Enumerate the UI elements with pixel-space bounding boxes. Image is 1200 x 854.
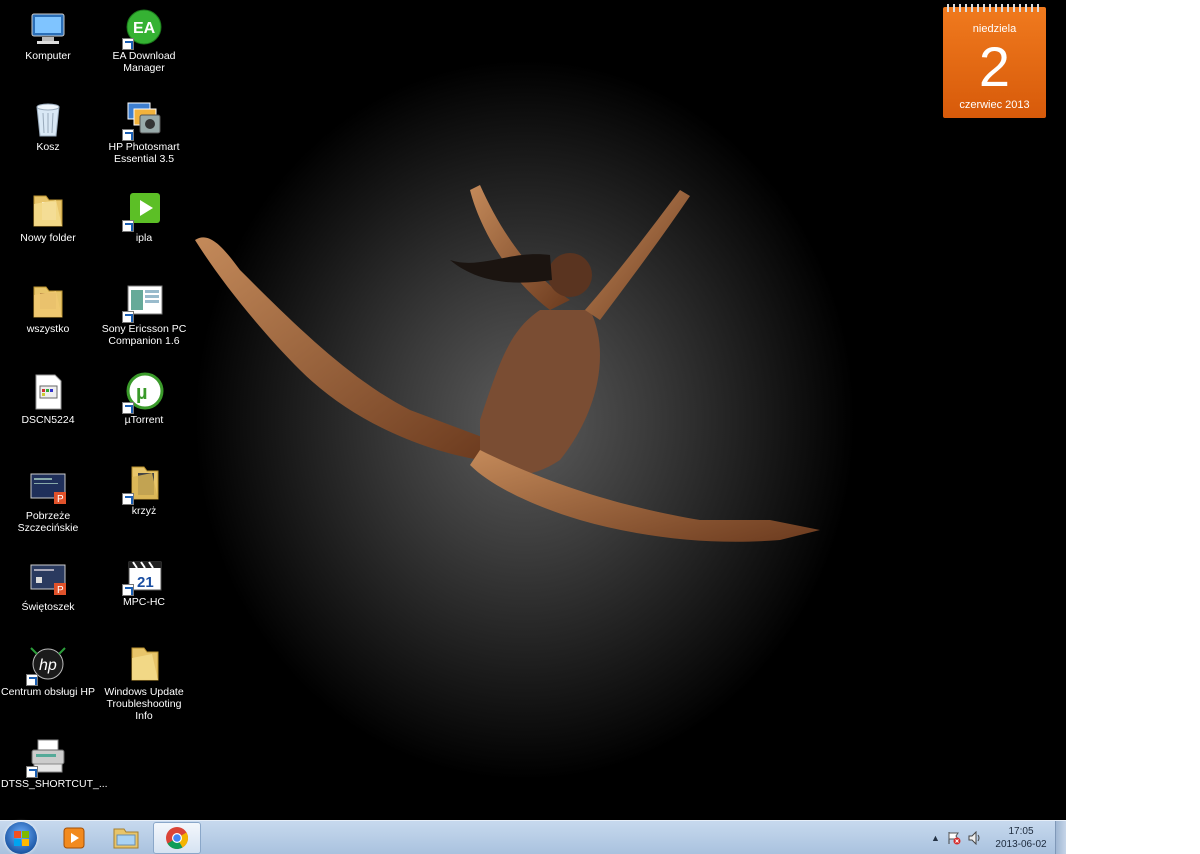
shortcut-arrow-icon — [26, 674, 38, 686]
show-desktop-button[interactable] — [1055, 821, 1066, 854]
desktop-icon-label: Centrum obsługi HP — [1, 686, 95, 698]
desktop-icon-mpc-hc[interactable]: 21 MPC-HC — [97, 550, 191, 608]
desktop-icon-nowy-folder[interactable]: Nowy folder — [1, 186, 95, 244]
recycle-bin-icon — [28, 99, 68, 139]
folder-icon — [124, 644, 164, 684]
shortcut-arrow-icon — [122, 584, 134, 596]
start-button[interactable] — [5, 822, 37, 854]
calendar-gadget[interactable]: niedziela 2 czerwiec 2013 — [943, 4, 1046, 118]
desktop-icon-centrum-hp[interactable]: hp Centrum obsługi HP — [1, 640, 95, 698]
desktop-icon-krzyz[interactable]: krzyż — [97, 459, 191, 517]
shortcut-arrow-icon — [122, 493, 134, 505]
windows-logo-icon — [14, 831, 21, 838]
desktop-icon-label: Komputer — [25, 50, 71, 62]
action-center-flag-icon[interactable] — [947, 831, 961, 845]
windows-logo-part — [22, 839, 29, 846]
desktop-icon-label: EA Download Manager — [112, 50, 176, 74]
shortcut-arrow-icon — [122, 38, 134, 50]
utorrent-icon: µ — [122, 372, 164, 414]
desktop-icon-label: Nowy folder — [20, 232, 76, 244]
folder-icon — [122, 463, 164, 505]
volume-icon[interactable] — [967, 831, 983, 845]
desktop-icon-label: DTSS_SHORTCUT_... — [1, 778, 108, 790]
taskbar: ▲ 17:05 2013-06-02 — [0, 820, 1066, 854]
desktop-icon-label: krzyż — [131, 505, 157, 517]
svg-text:EA: EA — [133, 20, 156, 37]
taskbar-media-player-button[interactable] — [50, 822, 98, 854]
desktop-icon-komputer[interactable]: Komputer — [1, 4, 95, 62]
desktop-icon-windows-update-info[interactable]: Windows Update Troubleshooting Info — [97, 640, 191, 722]
ipla-play-icon — [122, 190, 164, 232]
shortcut-arrow-icon — [122, 311, 134, 323]
desktop-icon-label: ipla — [135, 232, 153, 244]
shortcut-arrow-icon — [26, 766, 38, 778]
svg-text:21: 21 — [137, 574, 154, 591]
powerpoint-file-icon: P — [28, 468, 68, 508]
svg-text:µ: µ — [136, 382, 148, 404]
calendar-day: 2 — [978, 35, 1011, 98]
taskbar-clock[interactable]: 17:05 2013-06-02 — [988, 825, 1054, 851]
powerpoint-file-icon: P — [28, 559, 68, 599]
desktop-icon-wszystko[interactable]: wszystko — [1, 277, 95, 335]
desktop-icon-label: wszystko — [26, 323, 70, 335]
desktop-icon-label: µTorrent — [124, 414, 164, 426]
desktop-icon-label: Windows Update Troubleshooting Info — [104, 686, 184, 722]
desktop-icon-dtss-shortcut[interactable]: DTSS_SHORTCUT_... — [1, 732, 108, 790]
svg-text:P: P — [57, 585, 64, 596]
desktop-icon-ea-download-manager[interactable]: EA EA Download Manager — [97, 4, 191, 74]
desktop-icon-label: MPC-HC — [123, 596, 165, 608]
desktop-icon-hp-photosmart[interactable]: HP Photosmart Essential 3.5 — [97, 95, 191, 165]
wallpaper-dancer — [195, 185, 820, 542]
hp-icon: hp — [26, 644, 68, 686]
chrome-icon — [166, 827, 188, 849]
clock-date: 2013-06-02 — [995, 839, 1047, 850]
calendar-weekday: niedziela — [972, 23, 1017, 35]
show-hidden-icons-icon[interactable]: ▲ — [931, 833, 940, 843]
desktop-icon-label: HP Photosmart Essential 3.5 — [108, 141, 180, 165]
desktop-icon-label: Pobrzeże Szczecińskie — [17, 510, 79, 534]
desktop[interactable]: Komputer Kosz Nowy folder wszystko DSCN5… — [0, 0, 1066, 854]
shortcut-arrow-icon — [122, 220, 134, 232]
photosmart-icon — [122, 99, 164, 141]
windows-logo-part — [22, 831, 29, 838]
explorer-icon — [113, 828, 139, 849]
desktop-icon-label: Świętoszek — [21, 601, 75, 613]
desktop-icon-ipla[interactable]: ipla — [97, 186, 191, 244]
folder-icon — [28, 281, 68, 321]
pc-companion-icon — [122, 281, 164, 323]
image-file-icon — [28, 372, 68, 412]
calendar-month-year: czerwiec 2013 — [959, 99, 1030, 111]
desktop-icon-swietoszek[interactable]: P Świętoszek — [1, 555, 95, 613]
desktop-icon-sony-ericsson-pc-companion[interactable]: Sony Ericsson PC Companion 1.6 — [97, 277, 191, 347]
calendar-rings — [947, 4, 1042, 12]
taskbar-explorer-button[interactable] — [102, 822, 150, 854]
folder-icon — [28, 190, 68, 230]
desktop-icon-label: DSCN5224 — [21, 414, 75, 426]
desktop-icon-label: Kosz — [36, 141, 60, 153]
desktop-icon-kosz[interactable]: Kosz — [1, 95, 95, 153]
desktop-icon-label: Sony Ericsson PC Companion 1.6 — [101, 323, 187, 347]
mpc-hc-icon: 21 — [122, 554, 164, 596]
svg-text:hp: hp — [39, 657, 57, 674]
desktop-icon-utorrent[interactable]: µ µTorrent — [97, 368, 191, 426]
desktop-icon-dscn5224[interactable]: DSCN5224 — [1, 368, 95, 426]
shortcut-arrow-icon — [122, 129, 134, 141]
taskbar-chrome-button[interactable] — [153, 822, 201, 854]
clock-time: 17:05 — [1008, 826, 1034, 837]
desktop-icon-pobrzeze[interactable]: P Pobrzeże Szczecińskie — [1, 464, 95, 534]
shortcut-arrow-icon — [122, 402, 134, 414]
windows-logo-part — [14, 839, 21, 846]
printer-icon — [26, 736, 68, 778]
svg-text:P: P — [57, 494, 64, 505]
ea-icon: EA — [122, 8, 164, 50]
media-player-icon — [63, 827, 85, 849]
computer-icon — [28, 8, 68, 48]
